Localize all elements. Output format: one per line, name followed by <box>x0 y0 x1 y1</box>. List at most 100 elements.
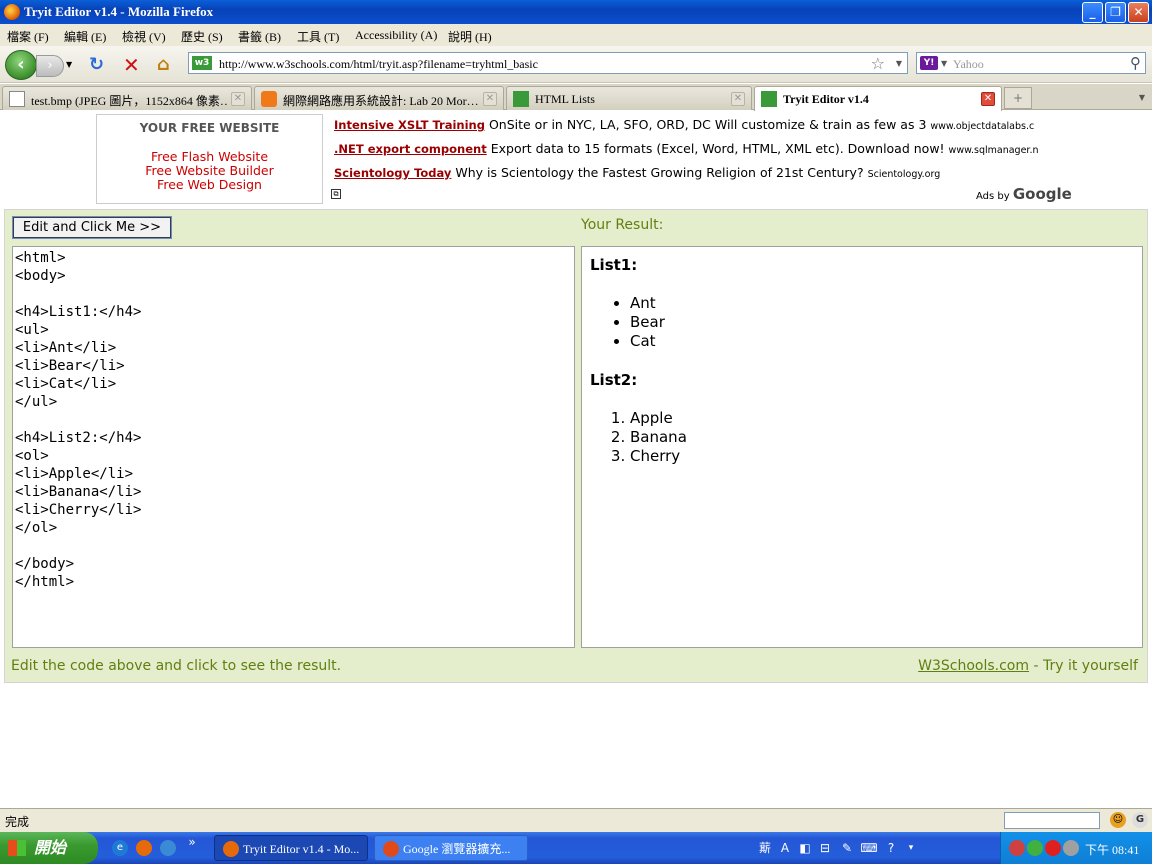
keyboard-icon[interactable]: ⌨ <box>860 838 878 858</box>
menu-accessibility[interactable]: Accessibility (A) <box>355 28 437 43</box>
title-bar: Tryit Editor v1.4 - Mozilla Firefox _ ❐ … <box>0 0 1152 24</box>
search-bar[interactable]: Y! ▼ Yahoo ⚲ <box>916 52 1146 74</box>
tab-close-icon[interactable]: ✕ <box>731 92 745 106</box>
free-website-promo: YOUR FREE WEBSITE Free Flash Website Fre… <box>96 114 323 204</box>
menu-help[interactable]: 說明 (H) <box>448 28 492 45</box>
ad-item: Scientology Today Why is Scientology the… <box>334 165 1054 189</box>
footer-credit: W3Schools.com - Try it yourself <box>918 658 1138 674</box>
promo-link-flash[interactable]: Free Flash Website <box>97 150 322 164</box>
forward-button[interactable]: › <box>36 55 64 77</box>
punctuation-icon[interactable]: ⊟ <box>816 838 834 858</box>
ads-by-google[interactable]: Ads by Google <box>976 185 1072 203</box>
system-tray: 下午 08:41 <box>1000 832 1152 864</box>
firefox-icon <box>4 4 20 20</box>
page-content: YOUR FREE WEBSITE Free Flash Website Fre… <box>0 111 1152 808</box>
footer-suffix: - Try it yourself <box>1029 658 1138 674</box>
instruction-text: Edit the code above and click to see the… <box>11 658 342 674</box>
tray-antivirus-icon[interactable] <box>1045 840 1061 856</box>
start-button[interactable]: 開始 <box>0 832 98 864</box>
tab-label: test.bmp (JPEG 圖片，1152x864 像素… <box>31 94 227 108</box>
w3schools-icon <box>761 91 777 107</box>
search-icon[interactable]: ⚲ <box>1130 54 1141 72</box>
google-logo: Google <box>1012 185 1072 203</box>
input-mode-icon[interactable]: A <box>776 838 794 858</box>
w3schools-link[interactable]: W3Schools.com <box>918 658 1029 674</box>
menu-bookmarks[interactable]: 書籤 (B) <box>238 28 281 45</box>
tab-test-bmp[interactable]: test.bmp (JPEG 圖片，1152x864 像素… ✕ <box>2 86 252 110</box>
minimize-button[interactable]: _ <box>1082 2 1103 23</box>
tab-close-icon[interactable]: ✕ <box>483 92 497 106</box>
ad-link[interactable]: .NET export component <box>334 142 487 156</box>
app-quicklaunch-icon[interactable] <box>160 840 176 856</box>
list1-heading: List1: <box>590 256 638 274</box>
tray-app-icon[interactable] <box>1009 840 1025 856</box>
tab-html-lists[interactable]: HTML Lists ✕ <box>506 86 752 110</box>
edit-and-click-button[interactable]: Edit and Click Me >> <box>12 216 172 239</box>
list2-heading: List2: <box>590 371 638 389</box>
tab-bar: test.bmp (JPEG 圖片，1152x864 像素… ✕ 網際網路應用系… <box>0 84 1152 111</box>
status-bar: 完成 ☺ G <box>0 808 1152 832</box>
ad-expand-icon[interactable]: ⧉ <box>331 189 341 199</box>
stop-icon[interactable]: ✕ <box>123 55 140 75</box>
tab-label: HTML Lists <box>535 92 595 106</box>
ad-link[interactable]: Scientology Today <box>334 166 451 180</box>
result-frame: List1: Ant Bear Cat List2: Apple Banana … <box>581 246 1143 648</box>
ad-item: .NET export component Export data to 15 … <box>334 141 1054 165</box>
home-icon[interactable]: ⌂ <box>157 56 170 74</box>
maximize-button[interactable]: ❐ <box>1105 2 1126 23</box>
tab-close-icon[interactable]: ✕ <box>981 92 995 106</box>
menu-history[interactable]: 歷史 (S) <box>181 28 223 45</box>
tab-close-icon[interactable]: ✕ <box>231 92 245 106</box>
menu-tools[interactable]: 工具 (T) <box>297 28 339 45</box>
tab-list-icon[interactable]: ▼ <box>1134 87 1150 109</box>
tab-lab20[interactable]: 網際網路應用系統設計: Lab 20 Mor… ✕ <box>254 86 504 110</box>
promo-link-design[interactable]: Free Web Design <box>97 178 322 192</box>
list-item: Ant <box>630 294 1134 313</box>
quicklaunch-more-icon[interactable]: » <box>184 834 200 850</box>
back-button[interactable]: ‹ <box>5 50 37 80</box>
half-width-icon[interactable]: ◧ <box>796 838 814 858</box>
menu-view[interactable]: 檢視 (V) <box>122 28 166 45</box>
gmail-notifier-icon[interactable]: G <box>1132 812 1148 828</box>
list-item: Cherry <box>630 447 1134 466</box>
windows-logo-icon <box>8 840 26 856</box>
task-google-extension[interactable]: Google 瀏覽器擴充... <box>374 835 528 861</box>
ad-link[interactable]: Intensive XSLT Training <box>334 118 485 132</box>
window-title: Tryit Editor v1.4 - Mozilla Firefox <box>24 4 214 19</box>
ime-icon[interactable]: 䔮 <box>756 838 774 858</box>
tab-label: Tryit Editor v1.4 <box>783 92 869 106</box>
url-dropdown-icon[interactable]: ▼ <box>896 59 902 68</box>
menu-edit[interactable]: 編輯 (E) <box>64 28 106 45</box>
reload-icon[interactable]: ↻ <box>89 56 104 74</box>
tray-network-icon[interactable] <box>1027 840 1043 856</box>
pen-icon[interactable]: ✎ <box>838 838 856 858</box>
code-editor[interactable]: <html> <body> <h4>List1:</h4> <ul> <li>A… <box>12 246 575 648</box>
task-label: Tryit Editor v1.4 - Mo... <box>243 842 360 856</box>
promo-link-builder[interactable]: Free Website Builder <box>97 164 322 178</box>
firefox-quicklaunch-icon[interactable] <box>136 840 152 856</box>
blogger-icon <box>261 91 277 107</box>
yahoo-engine-icon[interactable]: Y! <box>920 56 938 70</box>
engine-dropdown-icon[interactable]: ▼ <box>941 59 947 68</box>
help-icon[interactable]: ? <box>882 838 900 858</box>
close-button[interactable]: ✕ <box>1128 2 1149 23</box>
address-bar[interactable]: w3 http://www.w3schools.com/html/tryit.a… <box>188 52 908 74</box>
langbar-options-icon[interactable]: ▾ <box>902 838 920 858</box>
firefox-icon <box>223 841 239 857</box>
ie-quicklaunch-icon[interactable]: e <box>112 840 128 856</box>
task-tryit-editor[interactable]: Tryit Editor v1.4 - Mo... <box>214 835 368 861</box>
bookmark-star-icon[interactable]: ☆ <box>871 54 885 73</box>
unordered-list: Ant Bear Cat <box>630 294 1134 351</box>
tray-power-icon[interactable] <box>1063 840 1079 856</box>
new-tab-button[interactable]: + <box>1004 87 1032 109</box>
ad-url: Scientology.org <box>867 169 941 180</box>
list-item: Apple <box>630 409 1134 428</box>
addon-icon[interactable]: ☺ <box>1110 812 1126 828</box>
status-text: 完成 <box>5 815 30 829</box>
menu-file[interactable]: 檔案 (F) <box>7 28 49 45</box>
promo-title: YOUR FREE WEBSITE <box>139 121 280 135</box>
ordered-list: Apple Banana Cherry <box>630 409 1134 466</box>
ad-url: www.objectdatalabs.c <box>930 121 1035 132</box>
history-dropdown-icon[interactable]: ▼ <box>66 60 72 69</box>
tab-tryit-editor[interactable]: Tryit Editor v1.4 ✕ <box>754 86 1002 111</box>
